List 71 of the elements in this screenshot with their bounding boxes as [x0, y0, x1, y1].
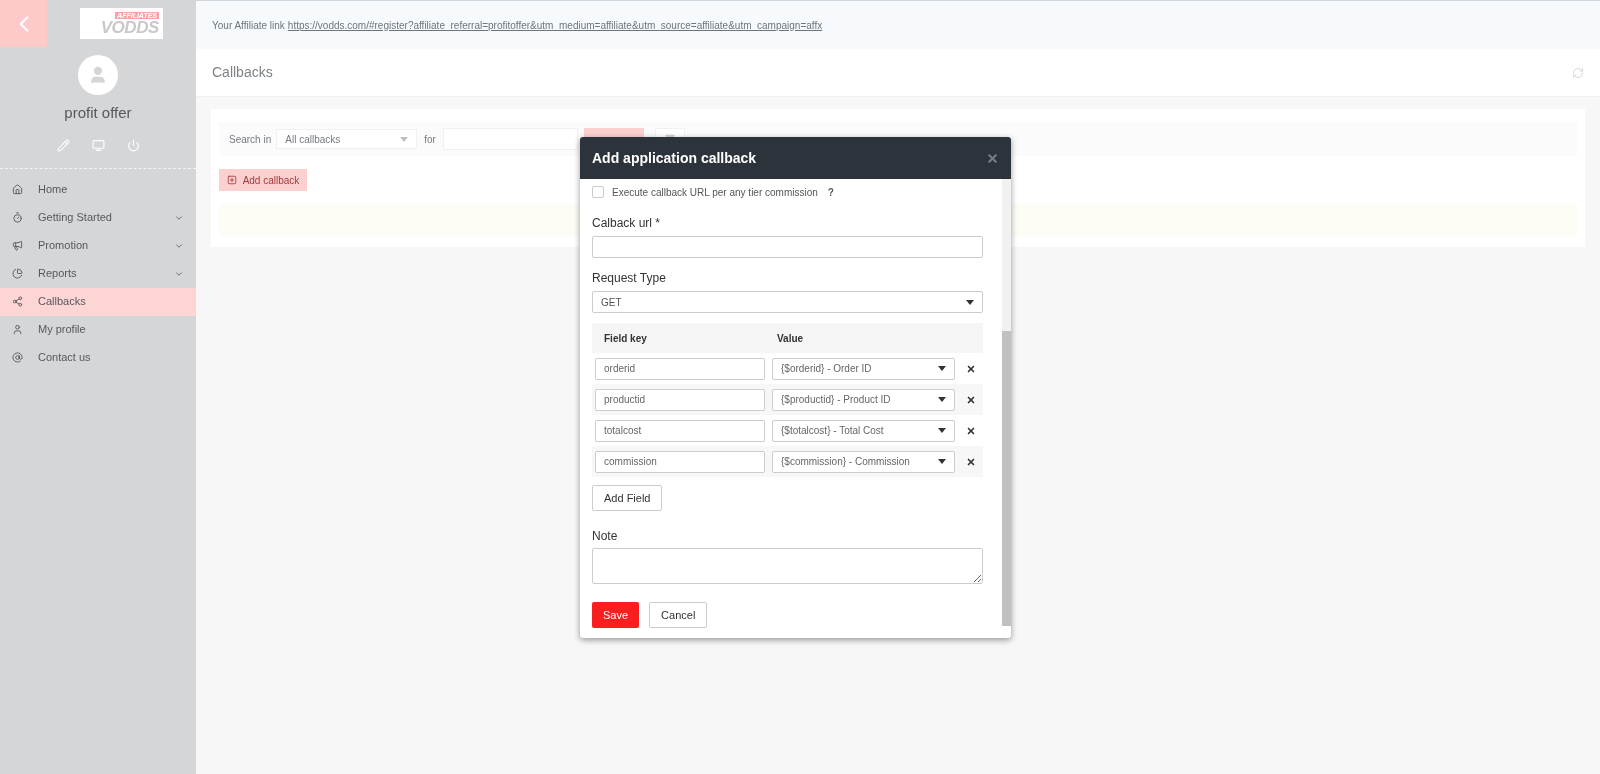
checkbox-label: Execute callback URL per any tier commission — [612, 185, 818, 200]
nav-icon — [12, 324, 23, 335]
field-label: Calback url * — [592, 215, 662, 232]
field-key-input[interactable]: productid — [595, 388, 765, 411]
nav-item[interactable]: Contact us — [0, 343, 196, 372]
value-select[interactable]: {$productid} - Product ID — [772, 388, 955, 411]
field-key-input[interactable]: orderid — [595, 357, 765, 380]
remove-icon[interactable] — [966, 425, 976, 436]
nav-label: Callbacks — [38, 294, 87, 310]
caret-icon — [400, 136, 409, 142]
page-title: Callbacks — [212, 63, 273, 82]
remove-icon[interactable] — [966, 456, 976, 467]
callback-url-field[interactable] — [592, 236, 983, 258]
nav-icon — [12, 268, 23, 279]
value-select[interactable]: {$totalcost} - Total Cost — [772, 419, 955, 442]
cancel-button[interactable]: Cancel — [649, 602, 708, 628]
value-select[interactable]: {$commission} - Commission — [772, 450, 955, 473]
value-select[interactable]: {$orderid} - Order ID — [772, 357, 955, 380]
edit-icon[interactable] — [56, 138, 70, 152]
nav-icon — [12, 212, 23, 223]
nav-label: Home — [38, 182, 69, 198]
field-key-input[interactable]: commission — [595, 450, 765, 473]
close-icon[interactable] — [986, 151, 999, 165]
field-label: Request Type — [592, 270, 667, 287]
avatar — [78, 55, 118, 95]
help-mark[interactable]: ? — [827, 184, 834, 200]
field-key-input[interactable]: totalcost — [595, 419, 765, 442]
search-in-label: Search in — [229, 132, 272, 147]
nav-item[interactable]: Reports — [0, 259, 196, 288]
nav-label: Getting Started — [38, 210, 113, 226]
note-field[interactable] — [592, 548, 983, 584]
caret-icon — [938, 397, 946, 402]
nav-icon — [12, 352, 23, 363]
nav-label: Reports — [38, 266, 78, 282]
checkbox[interactable] — [592, 186, 604, 198]
remove-icon[interactable] — [966, 394, 976, 405]
column-header: Field key — [603, 331, 648, 346]
nav-icon — [12, 184, 23, 195]
nav-item[interactable]: Callbacks — [0, 287, 196, 316]
back-button[interactable] — [0, 0, 47, 47]
plus-icon — [226, 175, 237, 185]
nav-label: My profile — [38, 322, 87, 338]
caret-icon — [966, 299, 974, 305]
column-header: Value — [777, 331, 804, 346]
caret-icon — [938, 459, 946, 464]
affiliate-link[interactable]: https://vodds.com/#register?affiliate_referral=profitoffer&utm_medium=affiliate&utm_source=affiliate&utm_campaign=affx — [287, 17, 823, 33]
user-name: profit offer — [64, 103, 132, 123]
nav-item[interactable]: Promotion — [0, 231, 196, 260]
nav-label: Contact us — [38, 350, 92, 366]
nav-item[interactable]: Home — [0, 175, 196, 204]
save-button[interactable]: Save — [592, 602, 640, 628]
modal-title: Add application callback — [592, 148, 757, 168]
add-callback-button[interactable]: Add callback — [219, 169, 307, 191]
field-label: Note — [592, 528, 619, 545]
power-icon[interactable] — [126, 138, 140, 152]
nav-item[interactable]: Getting Started — [0, 203, 196, 232]
caret-icon — [938, 428, 946, 433]
nav-icon — [12, 240, 23, 251]
add-field-button[interactable]: Add Field — [592, 485, 663, 511]
nav-label: Promotion — [38, 238, 90, 254]
nav-icon — [12, 296, 23, 307]
refresh-icon[interactable] — [1572, 66, 1584, 79]
caret-icon — [938, 366, 946, 371]
monitor-icon[interactable] — [91, 138, 105, 152]
nav-item[interactable]: My profile — [0, 315, 196, 344]
request-type-select[interactable]: GET — [592, 291, 983, 313]
scope-select[interactable]: All callbacks — [276, 129, 418, 149]
remove-icon[interactable] — [966, 363, 976, 374]
search-field[interactable] — [442, 128, 578, 150]
affiliate-label: Your Affiliate link — [212, 18, 285, 33]
for-label: for — [424, 132, 436, 147]
